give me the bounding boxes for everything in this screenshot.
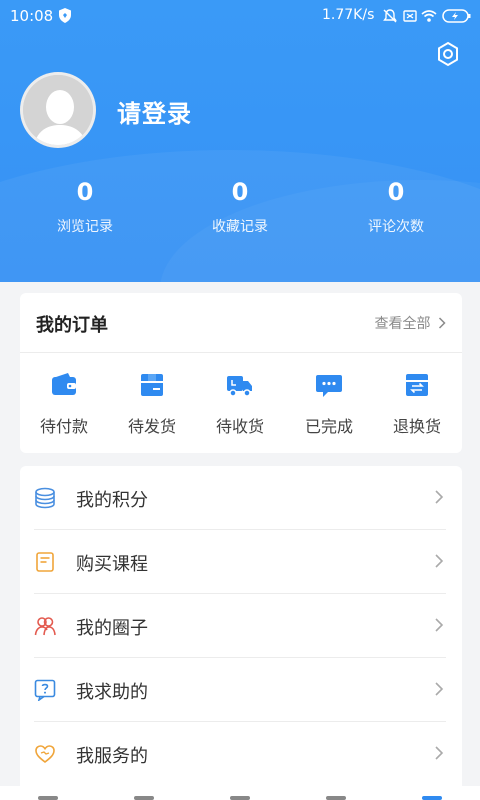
order-label: 退换货	[392, 417, 441, 436]
status-time: 10:08	[10, 7, 54, 25]
nav-tab-stub[interactable]	[38, 796, 58, 800]
chevron-right-icon	[435, 490, 444, 504]
menu-label: 我的圈子	[76, 618, 148, 639]
stat-comments[interactable]: 0 评论次数	[326, 176, 466, 236]
order-pending-payment[interactable]: 待付款	[20, 371, 108, 437]
bell-muted-icon	[383, 9, 397, 23]
order-pending-shipment[interactable]: 待发货	[108, 371, 196, 437]
stat-label: 评论次数	[368, 219, 424, 235]
profile-header: 10:08 1.77K/s 请登录 0 浏览记录 0 收藏记录 0 评论次数	[0, 0, 480, 282]
menu-label: 我求助的	[76, 682, 148, 703]
menu-label: 购买课程	[76, 554, 148, 575]
menu-item-my-circles[interactable]: 我的圈子	[20, 594, 462, 658]
network-speed: 1.77K/s	[322, 7, 375, 23]
stat-favorites[interactable]: 0 收藏记录	[170, 176, 310, 236]
view-all-label: 查看全部	[374, 316, 431, 332]
coins-icon	[35, 487, 55, 509]
order-label: 已完成	[304, 417, 353, 436]
people-icon	[34, 617, 56, 636]
orders-title: 我的订单	[36, 315, 108, 336]
chevron-right-icon	[438, 317, 446, 329]
divider	[20, 352, 462, 353]
menu-label: 我的积分	[76, 490, 148, 511]
battery-icon	[442, 9, 471, 23]
stat-value: 0	[231, 178, 249, 206]
menu-item-points[interactable]: 我的积分	[20, 466, 462, 530]
default-user-icon	[23, 75, 93, 145]
order-completed[interactable]: 已完成	[285, 371, 373, 437]
question-icon	[34, 679, 56, 701]
heart-icon	[35, 745, 55, 764]
book-icon	[36, 552, 54, 572]
menu-label: 我服务的	[76, 746, 148, 767]
stat-value: 0	[387, 178, 405, 206]
wallet-icon	[52, 373, 76, 395]
order-returns[interactable]: 退换货	[373, 371, 461, 437]
menu-item-my-services[interactable]: 我服务的	[20, 722, 462, 786]
login-prompt[interactable]: 请登录	[117, 94, 192, 129]
orders-card: 我的订单 查看全部 待付款 待发货 待收货 已完成 退换货	[20, 293, 462, 453]
shield-icon	[59, 8, 71, 23]
chevron-right-icon	[435, 682, 444, 696]
nav-tab-stub[interactable]	[230, 796, 250, 800]
sim-icon	[403, 10, 417, 22]
box-icon	[141, 374, 163, 396]
nav-tab-stub[interactable]	[326, 796, 346, 800]
nav-tab-stub[interactable]	[134, 796, 154, 800]
avatar[interactable]	[20, 72, 96, 148]
chat-icon	[316, 375, 342, 397]
chevron-right-icon	[435, 554, 444, 568]
status-bar: 10:08 1.77K/s	[0, 0, 480, 32]
settings-icon[interactable]	[434, 40, 462, 68]
stat-value: 0	[76, 178, 94, 206]
order-label: 待发货	[127, 417, 176, 436]
chevron-right-icon	[435, 746, 444, 760]
menu-item-buy-courses[interactable]: 购买课程	[20, 530, 462, 594]
order-label: 待付款	[39, 417, 88, 436]
exchange-icon	[406, 374, 428, 396]
wifi-icon	[421, 10, 437, 22]
menu-card: 我的积分 购买课程 我的圈子 我求助的 我服务的	[20, 466, 462, 800]
menu-item-my-requests[interactable]: 我求助的	[20, 658, 462, 722]
nav-tab-stub[interactable]	[422, 796, 442, 800]
view-all-orders-link[interactable]: 查看全部	[375, 313, 446, 333]
stat-browse-history[interactable]: 0 浏览记录	[15, 176, 155, 236]
chevron-right-icon	[435, 618, 444, 632]
truck-icon	[227, 376, 252, 397]
stat-label: 浏览记录	[57, 219, 113, 235]
stat-label: 收藏记录	[212, 219, 268, 235]
order-label: 待收货	[215, 417, 264, 436]
order-pending-receipt[interactable]: 待收货	[196, 371, 284, 437]
